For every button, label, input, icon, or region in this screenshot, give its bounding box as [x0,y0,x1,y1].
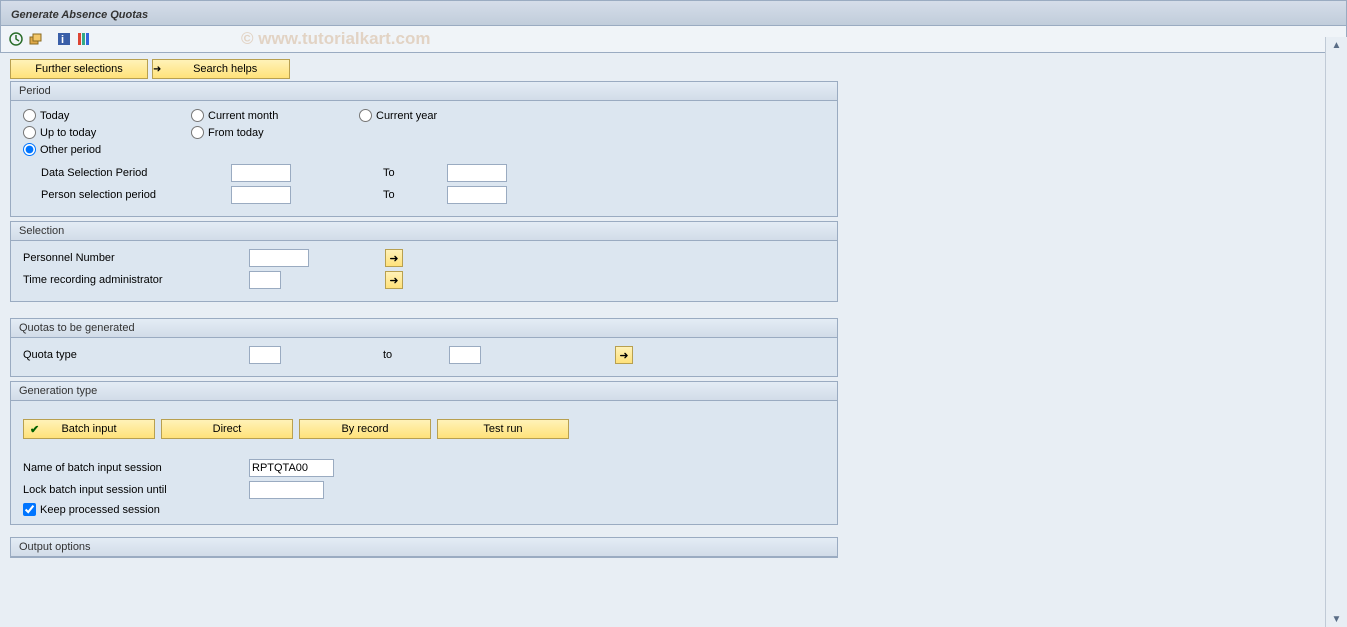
page-title: Generate Absence Quotas [0,0,1347,26]
further-selections-label: Further selections [11,63,147,75]
person-selection-to-input[interactable] [447,186,507,204]
batch-input-button[interactable]: ✔ Batch input [23,419,155,439]
generation-group-title: Generation type [11,382,837,401]
time-recording-admin-multi-button[interactable]: ➜ [385,271,403,289]
personnel-number-multi-button[interactable]: ➜ [385,249,403,267]
by-record-button[interactable]: By record [299,419,431,439]
direct-label: Direct [213,423,242,435]
layout-icon[interactable] [75,30,93,48]
radio-today-label: Today [40,110,69,122]
time-recording-admin-label: Time recording administrator [23,274,241,286]
svg-text:i: i [61,34,64,46]
quota-type-from-input[interactable] [249,346,281,364]
radio-current-year-label: Current year [376,110,437,122]
quotas-group: Quotas to be generated Quota type to ➜ [10,318,838,377]
to-label-1: To [299,167,439,179]
arrow-right-icon: ➜ [389,274,398,287]
radio-other-period-label: Other period [40,144,101,156]
data-selection-period-label: Data Selection Period [23,167,223,179]
batch-input-label: Batch input [61,423,116,435]
radio-current-year[interactable]: Current year [359,109,527,122]
to-label-2: To [299,189,439,201]
quotas-group-title: Quotas to be generated [11,319,837,338]
time-recording-admin-input[interactable] [249,271,281,289]
arrow-right-icon: ➜ [389,252,398,265]
output-group: Output options [10,537,838,558]
lock-batch-session-input[interactable] [249,481,324,499]
data-selection-from-input[interactable] [231,164,291,182]
quota-type-multi-button[interactable]: ➜ [615,346,633,364]
test-run-label: Test run [483,423,522,435]
radio-current-month[interactable]: Current month [191,109,359,122]
test-run-button[interactable]: Test run [437,419,569,439]
further-selections-button[interactable]: Further selections [10,59,148,79]
output-group-title: Output options [11,538,837,557]
quota-type-label: Quota type [23,349,241,361]
radio-current-month-label: Current month [208,110,278,122]
quota-to-label: to [289,349,441,361]
radio-from-today-label: From today [208,127,264,139]
quota-type-to-input[interactable] [449,346,481,364]
by-record-label: By record [341,423,388,435]
variant-icon[interactable] [27,30,45,48]
radio-today[interactable]: Today [23,109,191,122]
check-icon: ✔ [30,423,39,436]
radio-from-today[interactable]: From today [191,126,359,139]
radio-up-to-today[interactable]: Up to today [23,126,191,139]
batch-session-name-label: Name of batch input session [23,462,241,474]
lock-batch-session-label: Lock batch input session until [23,484,241,496]
search-helps-label: Search helps [161,63,289,75]
keep-processed-checkbox[interactable] [23,503,36,516]
batch-session-name-input[interactable] [249,459,334,477]
arrow-right-icon: ➜ [619,349,628,362]
scroll-up-icon[interactable]: ▲ [1329,37,1345,53]
toolbar: i © www.tutorialkart.com [0,26,1347,53]
period-group: Period Today Current month Current year … [10,81,838,217]
selection-group-title: Selection [11,222,837,241]
period-group-title: Period [11,82,837,101]
top-button-row: Further selections ➜ Search helps [10,59,1337,79]
vertical-scrollbar[interactable]: ▲ ▼ [1325,37,1347,627]
execute-icon[interactable] [7,30,25,48]
scroll-track[interactable] [1326,53,1347,611]
radio-other-period[interactable]: Other period [23,143,191,156]
person-selection-period-label: Person selection period [23,189,223,201]
person-selection-from-input[interactable] [231,186,291,204]
search-helps-button[interactable]: ➜ Search helps [152,59,290,79]
direct-button[interactable]: Direct [161,419,293,439]
keep-processed-label: Keep processed session [40,504,160,516]
personnel-number-input[interactable] [249,249,309,267]
radio-up-to-today-label: Up to today [40,127,96,139]
data-selection-to-input[interactable] [447,164,507,182]
title-text: Generate Absence Quotas [11,9,148,21]
arrow-right-icon: ➜ [153,64,161,75]
selection-group: Selection Personnel Number ➜ Time record… [10,221,838,302]
info-icon[interactable]: i [55,30,73,48]
watermark: © www.tutorialkart.com [241,29,430,49]
generation-group: Generation type ✔ Batch input Direct By … [10,381,838,525]
scroll-down-icon[interactable]: ▼ [1329,611,1345,627]
content-area: Further selections ➜ Search helps Period… [0,53,1347,613]
personnel-number-label: Personnel Number [23,252,241,264]
